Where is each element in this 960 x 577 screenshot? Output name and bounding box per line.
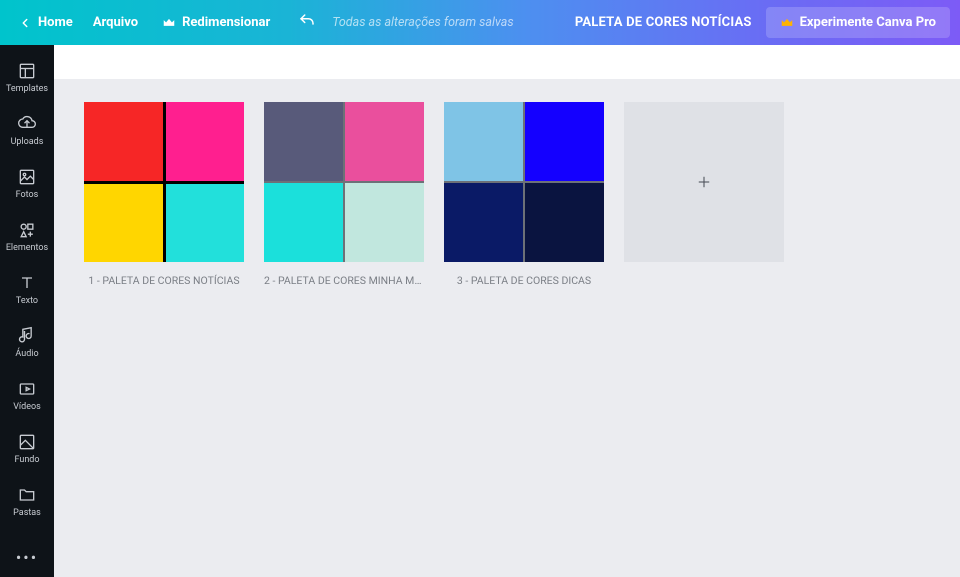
color-swatch bbox=[444, 102, 523, 181]
try-pro-button[interactable]: Experimente Canva Pro bbox=[766, 7, 950, 38]
color-swatch bbox=[345, 183, 424, 262]
color-swatch bbox=[444, 183, 523, 262]
crown-icon bbox=[162, 16, 176, 30]
sidebar-item-text[interactable]: Texto bbox=[0, 263, 54, 316]
sidebar-item-label: Texto bbox=[16, 297, 38, 306]
elements-icon bbox=[17, 220, 37, 240]
color-swatch bbox=[264, 102, 343, 181]
sidebar-item-label: Uploads bbox=[11, 138, 44, 147]
page-title-label: 2 - PALETA DE CORES MINHA MAR... bbox=[264, 274, 424, 287]
home-label: Home bbox=[38, 15, 73, 30]
sidebar-item-label: Fundo bbox=[14, 456, 39, 465]
folders-icon bbox=[17, 485, 37, 505]
left-sidebar: Templates Uploads Fotos Elementos Texto … bbox=[0, 45, 54, 577]
page-thumbnail-3[interactable]: 3 - PALETA DE CORES DICAS bbox=[444, 102, 604, 287]
sidebar-item-label: Vídeos bbox=[13, 403, 41, 412]
page-canvas bbox=[84, 102, 244, 262]
page-thumbnail-2[interactable]: 2 - PALETA DE CORES MINHA MAR... bbox=[264, 102, 424, 287]
canvas-area: 1 - PALETA DE CORES NOTÍCIAS 2 - PALETA … bbox=[54, 80, 960, 577]
undo-button[interactable] bbox=[288, 6, 326, 40]
sidebar-item-photos[interactable]: Fotos bbox=[0, 157, 54, 210]
chevron-left-icon bbox=[18, 16, 32, 30]
sidebar-item-videos[interactable]: Vídeos bbox=[0, 369, 54, 422]
home-button[interactable]: Home bbox=[10, 9, 81, 36]
sidebar-item-elements[interactable]: Elementos bbox=[0, 210, 54, 263]
templates-icon bbox=[17, 61, 37, 81]
color-swatch bbox=[84, 102, 163, 181]
editor-toolbar bbox=[54, 45, 960, 80]
photos-icon bbox=[17, 167, 37, 187]
resize-label: Redimensionar bbox=[182, 15, 270, 30]
text-icon bbox=[17, 273, 37, 293]
sidebar-item-templates[interactable]: Templates bbox=[0, 51, 54, 104]
color-swatch bbox=[166, 184, 245, 263]
sidebar-item-label: Elementos bbox=[6, 244, 48, 253]
audio-icon bbox=[17, 326, 37, 346]
sidebar-item-folders[interactable]: Pastas bbox=[0, 475, 54, 528]
sidebar-item-audio[interactable]: Áudio bbox=[0, 316, 54, 369]
page-title-label: 1 - PALETA DE CORES NOTÍCIAS bbox=[88, 274, 239, 287]
sidebar-item-background[interactable]: Fundo bbox=[0, 422, 54, 475]
color-swatch bbox=[525, 183, 604, 262]
try-pro-label: Experimente Canva Pro bbox=[800, 15, 936, 30]
sidebar-item-label: Templates bbox=[6, 85, 48, 94]
more-icon: ••• bbox=[16, 548, 38, 567]
document-title[interactable]: PALETA DE CORES NOTÍCIAS bbox=[575, 15, 752, 30]
page-canvas bbox=[264, 102, 424, 262]
color-swatch bbox=[264, 183, 343, 262]
background-icon bbox=[17, 432, 37, 452]
sidebar-item-label: Fotos bbox=[16, 191, 39, 200]
videos-icon bbox=[17, 379, 37, 399]
add-page-button[interactable] bbox=[624, 102, 784, 262]
resize-menu[interactable]: Redimensionar bbox=[150, 9, 282, 36]
sidebar-more-button[interactable]: ••• bbox=[16, 534, 38, 577]
top-bar: Home Arquivo Redimensionar Todas as alte… bbox=[0, 0, 960, 45]
undo-icon bbox=[298, 12, 316, 30]
page-thumbnail-1[interactable]: 1 - PALETA DE CORES NOTÍCIAS bbox=[84, 102, 244, 287]
uploads-icon bbox=[17, 114, 37, 134]
page-title-label: 3 - PALETA DE CORES DICAS bbox=[457, 274, 591, 287]
color-swatch bbox=[166, 102, 245, 181]
plus-icon bbox=[695, 173, 713, 191]
crown-icon bbox=[780, 16, 794, 30]
color-swatch bbox=[525, 102, 604, 181]
color-swatch bbox=[345, 102, 424, 181]
page-canvas bbox=[444, 102, 604, 262]
file-menu[interactable]: Arquivo bbox=[81, 9, 150, 36]
sidebar-item-label: Pastas bbox=[13, 509, 41, 518]
sidebar-item-uploads[interactable]: Uploads bbox=[0, 104, 54, 157]
sidebar-item-label: Áudio bbox=[15, 350, 38, 359]
color-swatch bbox=[84, 184, 163, 263]
save-status: Todas as alterações foram salvas bbox=[332, 15, 513, 30]
